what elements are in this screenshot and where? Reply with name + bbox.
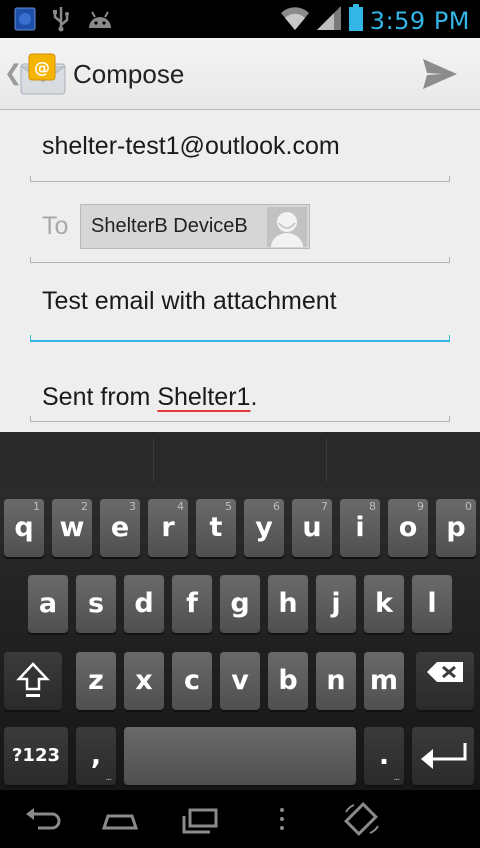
key-w[interactable]: w2 [52, 499, 92, 557]
key-h[interactable]: h [268, 575, 308, 633]
backspace-key[interactable] [416, 652, 474, 710]
usb-icon [52, 6, 70, 37]
suggestion-strip[interactable] [0, 432, 480, 488]
enter-icon [421, 743, 467, 769]
soft-keyboard: ?123 , ... . ... q1w2e3r4t5y6u7i8o9p0 asd… [0, 432, 480, 790]
key-j[interactable]: j [316, 575, 356, 633]
key-x[interactable]: x [124, 652, 164, 710]
menu-icon[interactable] [262, 802, 302, 836]
body-text: Sent from Shelter1. [42, 383, 258, 411]
space-key[interactable] [124, 727, 356, 785]
battery-icon [348, 4, 364, 37]
home-icon[interactable] [100, 802, 140, 836]
back-icon[interactable] [22, 802, 62, 836]
key-v[interactable]: v [220, 652, 260, 710]
key-i[interactable]: i8 [340, 499, 380, 557]
shift-key[interactable] [4, 652, 62, 710]
send-icon [423, 59, 457, 89]
misspelled-word: Shelter1 [157, 383, 251, 411]
android-debug-icon [86, 8, 114, 35]
svg-text:@: @ [34, 58, 50, 77]
page-title: Compose [73, 59, 185, 89]
rotate-icon[interactable] [342, 802, 382, 836]
key-c[interactable]: c [172, 652, 212, 710]
from-field[interactable]: shelter-test1@outlook.com [30, 110, 450, 182]
sim-notification-icon [14, 7, 36, 36]
key-q[interactable]: q1 [4, 499, 44, 557]
to-label: To [42, 212, 69, 240]
backspace-icon [427, 662, 463, 682]
recipient-chip[interactable]: ShelterB DeviceB [80, 204, 310, 249]
clock: 3:59 PM [369, 6, 470, 35]
subject-text: Test email with attachment [42, 287, 337, 315]
key-d[interactable]: d [124, 575, 164, 633]
key-a[interactable]: a [28, 575, 68, 633]
shift-icon [16, 662, 50, 697]
symbols-key[interactable]: ?123 [4, 727, 68, 785]
period-key[interactable]: . ... [364, 727, 404, 785]
recents-icon[interactable] [180, 802, 220, 836]
key-o[interactable]: o9 [388, 499, 428, 557]
key-e[interactable]: e3 [100, 499, 140, 557]
contact-avatar-icon [267, 207, 307, 247]
key-u[interactable]: u7 [292, 499, 332, 557]
body-field[interactable]: Sent from Shelter1. [30, 342, 450, 422]
navigation-bar [0, 790, 480, 848]
key-p[interactable]: p0 [436, 499, 476, 557]
key-z[interactable]: z [76, 652, 116, 710]
key-l[interactable]: l [412, 575, 452, 633]
key-g[interactable]: g [220, 575, 260, 633]
action-bar: ❮ @ Compose [0, 38, 480, 110]
key-t[interactable]: t5 [196, 499, 236, 557]
enter-key[interactable] [412, 727, 474, 785]
key-s[interactable]: s [76, 575, 116, 633]
key-y[interactable]: y6 [244, 499, 284, 557]
wifi-icon [280, 5, 310, 36]
key-b[interactable]: b [268, 652, 308, 710]
comma-key[interactable]: , ... [76, 727, 116, 785]
subject-field[interactable]: Test email with attachment [30, 263, 450, 342]
key-m[interactable]: m [364, 652, 404, 710]
key-f[interactable]: f [172, 575, 212, 633]
key-r[interactable]: r4 [148, 499, 188, 557]
recipient-name: ShelterB DeviceB [91, 215, 248, 237]
email-app-icon[interactable]: @ [20, 52, 66, 101]
key-k[interactable]: k [364, 575, 404, 633]
compose-form: shelter-test1@outlook.com To ShelterB De… [0, 110, 480, 432]
key-n[interactable]: n [316, 652, 356, 710]
signal-icon [316, 5, 342, 36]
send-button[interactable] [420, 54, 460, 94]
from-address: shelter-test1@outlook.com [42, 132, 340, 160]
status-bar: 3:59 PM [0, 0, 480, 38]
to-field[interactable]: To ShelterB DeviceB [30, 182, 450, 263]
